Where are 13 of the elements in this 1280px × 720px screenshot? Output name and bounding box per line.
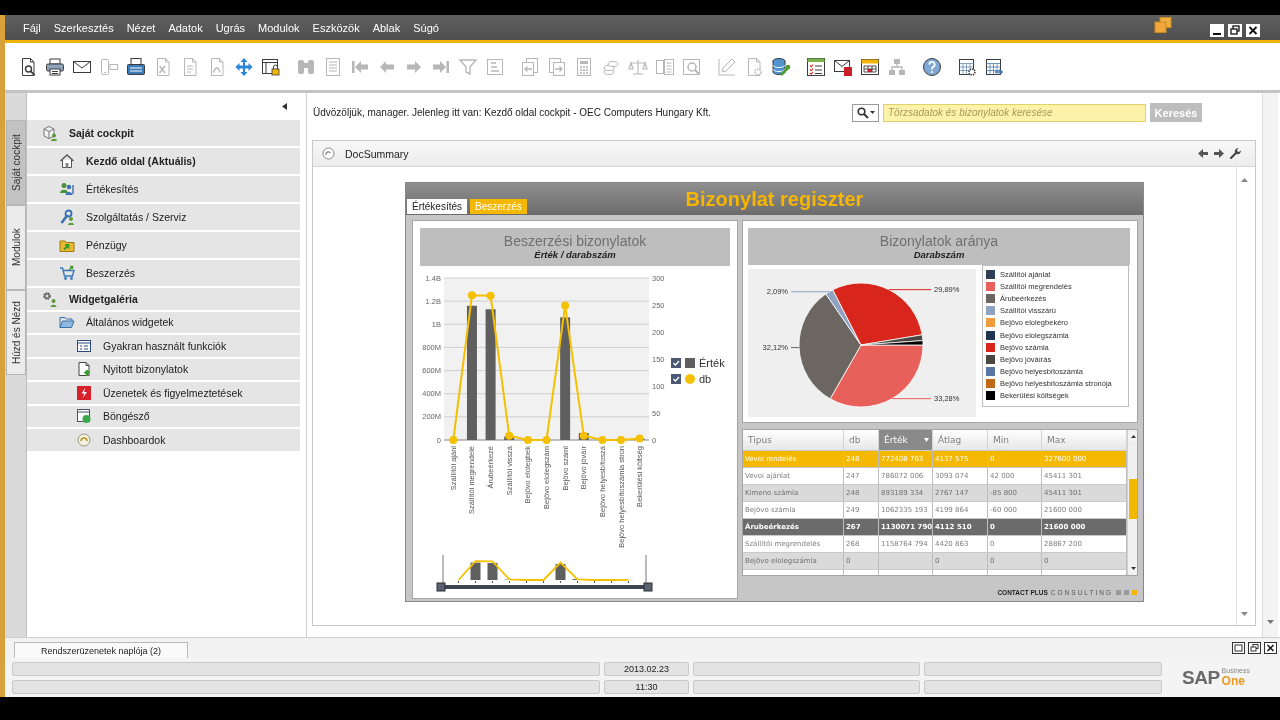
panel-title: Bizonylatok aránya (879, 232, 999, 249)
status-date: 2013.02.23 (604, 661, 689, 676)
logo-text: SAP (1182, 666, 1220, 689)
panel-subtitle: Darabszám (913, 248, 965, 261)
welcome-text: Üdvözöljük, manager. Jelenleg itt van: Kezdő oldal cockpit - OEC Computers Hungary Kft. (313, 107, 711, 118)
status-time: 11:30 (604, 679, 689, 694)
panel-subtitle: Érték / darabszám (534, 249, 616, 261)
panel-title: Beszerzési bizonylatok (503, 233, 647, 249)
dashboard-title: Bizonylat regiszter (685, 187, 864, 211)
widget-title: DocSummary (345, 147, 409, 160)
legend-label: db (699, 373, 712, 385)
legend-label: Érték (699, 357, 725, 369)
logo-text: One (1221, 674, 1246, 688)
